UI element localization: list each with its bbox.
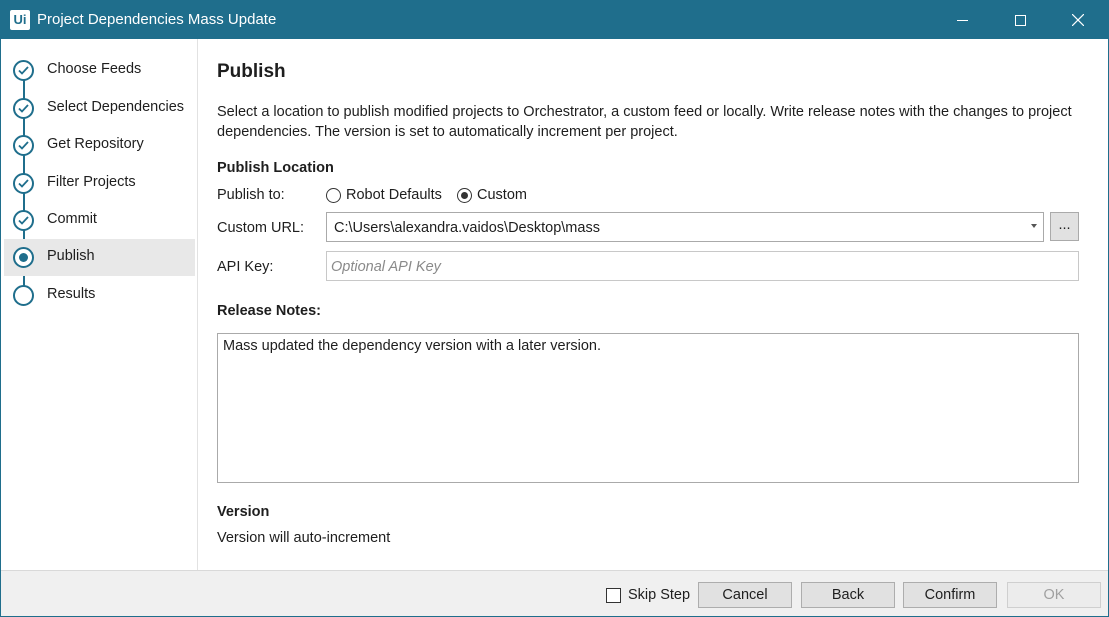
check-icon xyxy=(13,210,34,231)
radio-label: Robot Defaults xyxy=(346,187,442,203)
step-label: Choose Feeds xyxy=(47,61,142,77)
close-icon xyxy=(1072,14,1084,26)
dialog-footer: Skip Step Cancel Back Confirm OK xyxy=(1,570,1108,616)
page-title: Publish xyxy=(217,61,286,82)
step-publish[interactable]: Publish xyxy=(4,239,195,276)
release-notes-text: Mass updated the dependency version with… xyxy=(223,338,602,354)
radio-robot-defaults[interactable]: Robot Defaults xyxy=(326,187,442,203)
page-description: Select a location to publish modified pr… xyxy=(217,104,1072,140)
skip-step-label: Skip Step xyxy=(628,587,691,603)
confirm-button[interactable]: Confirm xyxy=(903,582,997,608)
step-label: Select Dependencies xyxy=(47,99,185,115)
step-filter-projects[interactable]: Filter Projects xyxy=(4,165,195,202)
check-icon xyxy=(13,60,34,81)
current-step-dot-icon xyxy=(13,247,34,268)
radio-selected-icon xyxy=(457,187,472,203)
step-choose-feeds[interactable]: Choose Feeds xyxy=(4,52,195,89)
ok-button[interactable]: OK xyxy=(1007,582,1101,608)
check-icon xyxy=(13,173,34,194)
step-label: Results xyxy=(47,286,96,302)
step-commit[interactable]: Commit xyxy=(4,202,195,239)
check-icon xyxy=(13,135,34,156)
back-button[interactable]: Back xyxy=(801,582,895,608)
radio-unselected-icon xyxy=(326,187,341,203)
custom-url-label: Custom URL: xyxy=(217,220,305,236)
step-label: Publish xyxy=(47,248,95,264)
close-button[interactable] xyxy=(1055,1,1101,39)
publish-location-heading: Publish Location xyxy=(217,160,334,176)
radio-label: Custom xyxy=(477,187,527,203)
title-bar[interactable]: Ui Project Dependencies Mass Update xyxy=(1,1,1108,39)
version-text: Version will auto-increment xyxy=(217,530,391,546)
minimize-icon xyxy=(956,19,968,21)
api-key-input[interactable]: Optional API Key xyxy=(326,251,1079,281)
pending-step-circle-icon xyxy=(13,285,34,306)
publish-panel: Publish Select a location to publish mod… xyxy=(199,39,1108,570)
browse-button[interactable]: ... xyxy=(1050,212,1079,241)
version-heading: Version xyxy=(217,504,270,520)
api-key-label: API Key: xyxy=(217,259,274,275)
step-results[interactable]: Results xyxy=(4,277,195,314)
api-key-placeholder: Optional API Key xyxy=(331,259,441,275)
checkbox-unchecked-icon[interactable] xyxy=(606,587,621,603)
custom-url-value: C:\Users\alexandra.vaidos\Desktop\mass xyxy=(334,220,600,236)
uipath-logo-icon: Ui xyxy=(10,10,30,30)
minimize-button[interactable] xyxy=(939,1,985,39)
step-label: Commit xyxy=(47,211,97,227)
dropdown-arrow-icon[interactable] xyxy=(1031,224,1037,228)
radio-custom[interactable]: Custom xyxy=(457,187,527,203)
publish-to-label: Publish to: xyxy=(217,187,285,203)
maximize-button[interactable] xyxy=(997,1,1043,39)
release-notes-textarea[interactable]: Mass updated the dependency version with… xyxy=(217,333,1079,483)
window-title: Project Dependencies Mass Update xyxy=(37,11,277,28)
custom-url-combobox[interactable]: C:\Users\alexandra.vaidos\Desktop\mass xyxy=(326,212,1044,242)
cancel-button[interactable]: Cancel xyxy=(698,582,792,608)
skip-step-checkbox[interactable]: Skip Step xyxy=(606,587,690,603)
step-label: Get Repository xyxy=(47,136,144,152)
release-notes-heading: Release Notes: xyxy=(217,303,321,319)
maximize-icon xyxy=(1014,14,1026,26)
step-select-dependencies[interactable]: Select Dependencies xyxy=(4,90,195,127)
wizard-steps-sidebar: Choose Feeds Select Dependencies Get Rep… xyxy=(1,39,198,570)
check-icon xyxy=(13,98,34,119)
step-label: Filter Projects xyxy=(47,174,136,190)
step-get-repository[interactable]: Get Repository xyxy=(4,127,195,164)
dialog-window: Ui Project Dependencies Mass Update Choo… xyxy=(0,0,1109,617)
